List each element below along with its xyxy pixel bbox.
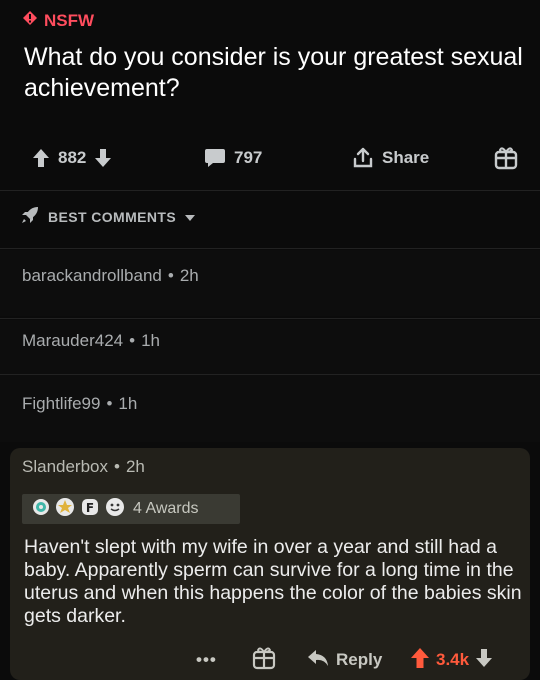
nsfw-flair: NSFW	[22, 10, 94, 31]
comment-author[interactable]: Marauder424	[22, 331, 123, 350]
reply-icon	[306, 648, 330, 673]
more-button[interactable]: •••	[196, 642, 217, 678]
divider	[0, 374, 540, 375]
share-label: Share	[382, 148, 430, 167]
comment-count: 797	[234, 148, 263, 167]
sort-dropdown[interactable]: BEST COMMENTS	[20, 205, 196, 228]
comment-vote-group: 3.4k	[410, 642, 493, 678]
comment-meta: barackandrollband • 2h	[22, 266, 199, 286]
comment-actions: ••• Reply 3.4k	[0, 642, 540, 678]
award-icon	[32, 498, 50, 521]
sort-label: BEST COMMENTS	[48, 208, 177, 225]
post-title: What do you consider is your greatest se…	[24, 43, 523, 102]
comment-score: 3.4k	[436, 650, 470, 669]
share-button[interactable]: Share	[352, 140, 429, 176]
meta-separator: •	[129, 331, 136, 350]
divider	[0, 248, 540, 249]
comment-icon	[204, 148, 226, 168]
downvote-icon[interactable]	[475, 648, 493, 673]
comment-age: 1h	[141, 331, 160, 350]
meta-separator: •	[106, 394, 113, 413]
comment-author[interactable]: barackandrollband	[22, 266, 162, 285]
divider	[0, 190, 540, 191]
meta-separator: •	[114, 457, 120, 476]
reply-button[interactable]: Reply	[306, 642, 382, 678]
comment-age: 1h	[118, 394, 138, 413]
comments-button[interactable]: 797	[204, 140, 262, 176]
comment-author[interactable]: Slanderbox	[22, 457, 108, 476]
share-icon	[352, 147, 374, 169]
gift-icon	[252, 646, 276, 675]
meta-separator: •	[167, 266, 174, 285]
downvote-icon[interactable]	[94, 148, 112, 168]
upvote-icon[interactable]	[410, 647, 430, 674]
vote-count: 882	[58, 148, 87, 167]
award-icon	[105, 497, 125, 522]
nsfw-diamond-icon	[22, 10, 38, 31]
gift-button[interactable]	[252, 642, 276, 678]
vote-group: 882	[32, 140, 112, 176]
awards-bar[interactable]: F 4 Awards	[22, 494, 240, 524]
comment-author[interactable]: Fightlife99	[22, 394, 100, 413]
svg-text:F: F	[86, 501, 94, 515]
upvote-icon[interactable]	[32, 148, 50, 168]
gift-button[interactable]	[494, 140, 518, 176]
awards-count: 4 Awards	[133, 500, 199, 517]
comment-body: Haven't slept with my wife in over a yea…	[24, 536, 522, 627]
award-icon	[55, 497, 75, 522]
divider	[0, 318, 540, 319]
comment-meta: Fightlife99 • 1h	[22, 394, 137, 414]
more-icon: •••	[196, 650, 217, 669]
award-icon: F	[80, 497, 100, 522]
comment-age: 2h	[125, 457, 145, 476]
post-action-bar: 882 797 Share	[0, 140, 540, 176]
rocket-icon	[20, 205, 40, 228]
collapsed-comment[interactable]: Fightlife99 • 1h	[0, 376, 540, 442]
chevron-down-icon	[184, 209, 196, 225]
comment-meta: Slanderbox • 2h	[22, 457, 145, 477]
gift-icon	[494, 146, 518, 170]
reply-label: Reply	[336, 650, 383, 669]
nsfw-label: NSFW	[44, 10, 95, 30]
comment-meta: Marauder424 • 1h	[22, 331, 160, 351]
comment-age: 2h	[179, 266, 199, 285]
collapsed-comment[interactable]: barackandrollband • 2h	[0, 250, 540, 316]
